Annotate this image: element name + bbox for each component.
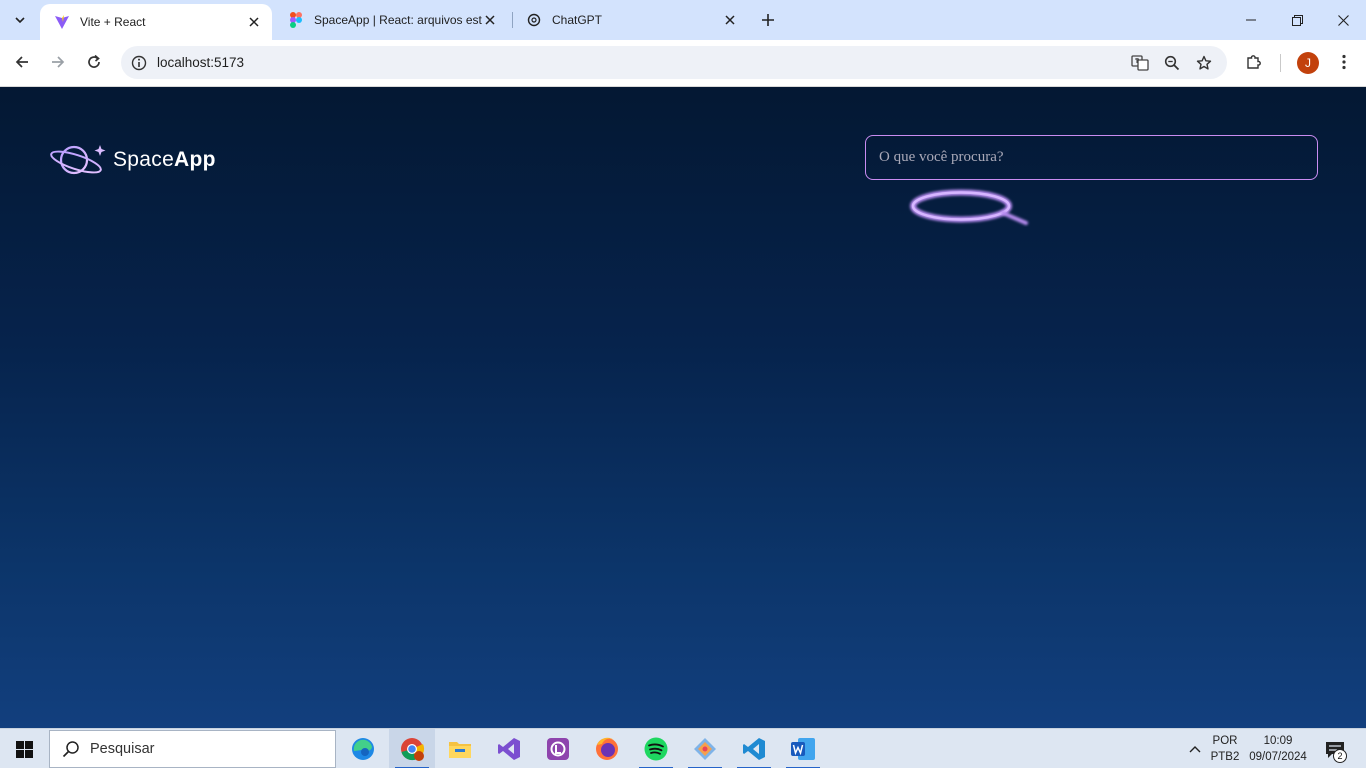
plus-icon: [762, 14, 774, 26]
clock-date: 09/07/2024: [1249, 751, 1307, 763]
libre-icon[interactable]: [535, 729, 581, 768]
address-bar[interactable]: localhost:5173: [121, 46, 1227, 79]
close-window-button[interactable]: [1320, 0, 1366, 40]
puzzle-icon: [1247, 55, 1261, 69]
tab-title: Vite + React: [80, 15, 146, 29]
browser-menu-button[interactable]: [1330, 48, 1358, 76]
planet-icon: [50, 145, 106, 175]
windows-logo-icon: [15, 740, 33, 758]
vscode-icon[interactable]: [731, 729, 777, 768]
chevron-down-icon: [15, 17, 25, 24]
word-icon[interactable]: [780, 729, 826, 768]
minimize-button[interactable]: [1228, 0, 1274, 40]
search-input[interactable]: [865, 135, 1318, 180]
search-icon: [62, 741, 79, 758]
chrome-icon[interactable]: [389, 729, 435, 768]
spaceapp-logo[interactable]: SpaceApp: [50, 143, 216, 177]
restore-icon: [1291, 14, 1303, 26]
logo-text-part2: App: [174, 148, 216, 171]
logo-text: SpaceApp: [113, 148, 216, 172]
taskbar-search-box[interactable]: Pesquisar: [49, 730, 336, 768]
kebab-menu-icon: [1342, 54, 1346, 70]
close-icon[interactable]: [482, 12, 498, 28]
search-icon[interactable]: [905, 185, 1031, 231]
reload-button[interactable]: [80, 48, 108, 76]
windows-taskbar: Pesquisar POR PTB2 10:09 09/07/2024 2: [0, 728, 1366, 768]
input-language-indicator[interactable]: POR PTB2: [1209, 733, 1241, 765]
tab-title: SpaceApp | React: arquivos está: [314, 13, 482, 27]
file-explorer-icon[interactable]: [437, 729, 483, 768]
page-viewport: SpaceApp: [0, 87, 1366, 728]
start-button[interactable]: [0, 729, 48, 768]
browser-toolbar: localhost:5173 J: [0, 40, 1366, 87]
profile-avatar[interactable]: J: [1297, 52, 1319, 74]
tab-vite-react[interactable]: Vite + React: [40, 4, 272, 40]
figma-icon: [288, 12, 304, 28]
clock-time: 10:09: [1263, 735, 1293, 747]
tab-search-button[interactable]: [8, 8, 32, 32]
reload-icon: [88, 54, 100, 68]
firefox-icon[interactable]: [584, 729, 630, 768]
forward-button[interactable]: [44, 48, 72, 76]
visual-studio-icon[interactable]: [486, 729, 532, 768]
arrow-right-icon: [52, 56, 65, 68]
zoom-icon[interactable]: [1160, 51, 1184, 75]
site-info-icon[interactable]: [129, 53, 149, 73]
taskbar-search-label: Pesquisar: [90, 741, 155, 757]
tab-title: ChatGPT: [552, 13, 603, 27]
close-icon[interactable]: [246, 14, 262, 30]
chevron-up-icon: [1189, 746, 1201, 753]
chatgpt-icon: [526, 12, 542, 28]
close-icon: [1337, 14, 1349, 26]
toolbar-divider: [1280, 54, 1281, 72]
browser-tab-strip: Vite + React SpaceApp | React: arquivos …: [0, 0, 1366, 40]
tab-spaceapp-figma[interactable]: SpaceApp | React: arquivos está: [274, 0, 508, 40]
restore-button[interactable]: [1274, 0, 1320, 40]
arrow-left-icon: [15, 56, 28, 68]
clock[interactable]: 10:09 09/07/2024: [1244, 733, 1312, 765]
minimize-icon: [1246, 19, 1256, 21]
extensions-button[interactable]: [1240, 48, 1268, 76]
vite-icon: [54, 14, 70, 30]
logo-text-part1: Space: [113, 148, 175, 171]
spotify-icon[interactable]: [633, 729, 679, 768]
url-text: localhost:5173: [157, 55, 245, 70]
new-tab-button[interactable]: [756, 8, 780, 32]
edge-icon[interactable]: [340, 729, 386, 768]
back-button[interactable]: [8, 48, 36, 76]
notification-count-badge: 2: [1333, 749, 1347, 763]
translate-icon[interactable]: [1128, 51, 1152, 75]
show-hidden-icons-button[interactable]: [1185, 739, 1205, 759]
close-icon[interactable]: [722, 12, 738, 28]
bookmark-star-icon[interactable]: [1192, 51, 1216, 75]
lang-line1: POR: [1212, 735, 1238, 747]
tab-chatgpt[interactable]: ChatGPT: [512, 0, 748, 40]
git-icon[interactable]: [682, 729, 728, 768]
lang-line2: PTB2: [1210, 751, 1240, 763]
